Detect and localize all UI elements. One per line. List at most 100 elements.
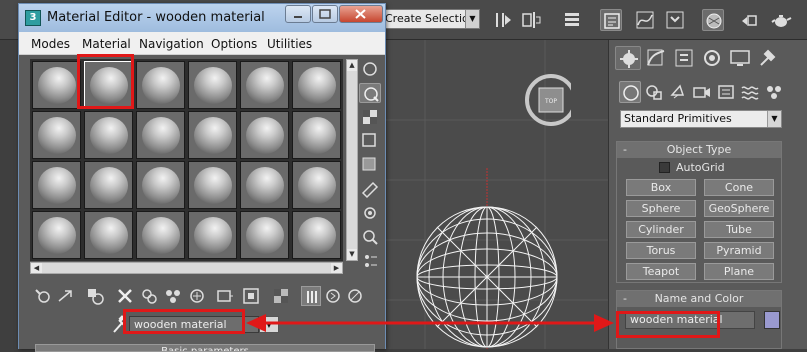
teapot-button[interactable]: Teapot xyxy=(626,263,696,280)
sample-slot[interactable] xyxy=(136,161,185,209)
get-material-icon[interactable] xyxy=(33,286,53,306)
perspective-viewport[interactable]: TOP xyxy=(385,40,608,349)
basic-parameters-rollout-header[interactable]: Basic parameters xyxy=(35,344,375,352)
space-warps-icon[interactable] xyxy=(739,81,761,103)
collapse-icon[interactable]: - xyxy=(623,291,627,307)
sample-slot[interactable] xyxy=(240,161,289,209)
render-teapot-icon[interactable] xyxy=(770,9,792,31)
motion-tab-icon[interactable] xyxy=(699,46,725,70)
scroll-right-icon[interactable]: ▶ xyxy=(331,263,342,273)
autogrid-checkbox[interactable]: AutoGrid xyxy=(659,161,725,174)
render-setup-icon[interactable] xyxy=(738,9,760,31)
scene-explorer-icon[interactable] xyxy=(600,9,622,31)
sample-slot[interactable] xyxy=(188,161,237,209)
viewcube[interactable]: TOP xyxy=(515,65,571,127)
put-material-to-scene-icon[interactable] xyxy=(55,286,75,306)
options-icon[interactable] xyxy=(359,203,381,223)
menu-options[interactable]: Options xyxy=(211,37,257,51)
backlight-icon[interactable] xyxy=(359,83,381,103)
sample-slot[interactable] xyxy=(32,161,81,209)
sample-slot[interactable] xyxy=(136,111,185,159)
put-to-library-icon[interactable] xyxy=(187,286,207,306)
geometry-icon[interactable] xyxy=(619,81,641,103)
show-map-in-viewport-icon[interactable] xyxy=(241,286,261,306)
sample-slot[interactable] xyxy=(188,211,237,259)
scroll-left-icon[interactable]: ◀ xyxy=(31,263,42,273)
geosphere-button[interactable]: GeoSphere xyxy=(704,200,774,217)
object-color-swatch[interactable] xyxy=(764,311,780,329)
create-tab-icon[interactable] xyxy=(615,46,641,70)
chevron-down-icon[interactable]: ▼ xyxy=(767,111,781,127)
copy-material-icon[interactable] xyxy=(139,286,159,306)
sample-slots-vertical-scrollbar[interactable]: ▲ ▼ xyxy=(346,59,358,261)
sample-slot[interactable] xyxy=(136,61,185,109)
plane-button[interactable]: Plane xyxy=(704,263,774,280)
sample-slot[interactable] xyxy=(240,211,289,259)
cameras-icon[interactable] xyxy=(691,81,713,103)
lights-icon[interactable] xyxy=(667,81,689,103)
go-to-parent-icon[interactable] xyxy=(301,286,321,306)
utilities-tab-icon[interactable] xyxy=(755,46,781,70)
maximize-button[interactable] xyxy=(312,5,338,23)
sample-slot[interactable] xyxy=(292,111,341,159)
chevron-down-icon[interactable]: ▼ xyxy=(465,10,479,28)
helpers-icon[interactable] xyxy=(715,81,737,103)
sample-slot[interactable] xyxy=(32,211,81,259)
close-button[interactable] xyxy=(339,5,383,23)
sample-uv-tiling-icon[interactable] xyxy=(359,131,381,151)
sample-slots-horizontal-scrollbar[interactable]: ◀ ▶ xyxy=(30,262,343,274)
menu-utilities[interactable]: Utilities xyxy=(267,37,312,51)
make-preview-icon[interactable] xyxy=(359,179,381,199)
hierarchy-tab-icon[interactable] xyxy=(671,46,697,70)
material-navigator-icon[interactable] xyxy=(359,251,381,271)
sample-slot[interactable] xyxy=(84,211,133,259)
category-dropdown[interactable]: Standard Primitives ▼ xyxy=(620,110,782,128)
collapse-icon[interactable]: - xyxy=(623,142,627,158)
sample-slot[interactable] xyxy=(292,161,341,209)
sample-slot[interactable] xyxy=(188,111,237,159)
menu-modes[interactable]: Modes xyxy=(31,37,70,51)
select-by-material-icon[interactable] xyxy=(359,227,381,247)
box-button[interactable]: Box xyxy=(626,179,696,196)
video-color-check-icon[interactable] xyxy=(359,155,381,175)
sample-slot[interactable] xyxy=(32,111,81,159)
layer-manager-icon[interactable] xyxy=(562,9,584,31)
curve-editor-icon[interactable] xyxy=(634,9,656,31)
tube-button[interactable]: Tube xyxy=(704,221,774,238)
name-and-color-rollout-header[interactable]: - Name and Color xyxy=(617,291,781,307)
material-editor-titlebar[interactable]: 3 Material Editor - wooden material xyxy=(19,4,385,32)
scroll-down-icon[interactable]: ▼ xyxy=(347,249,357,260)
make-unique-icon[interactable] xyxy=(163,286,183,306)
systems-icon[interactable] xyxy=(763,81,785,103)
menu-navigation[interactable]: Navigation xyxy=(139,37,204,51)
menu-material[interactable]: Material xyxy=(82,37,131,51)
mirror-icon[interactable] xyxy=(492,9,514,31)
modify-tab-icon[interactable] xyxy=(643,46,669,70)
assign-material-icon[interactable] xyxy=(85,286,105,306)
sample-slot[interactable] xyxy=(32,61,81,109)
minimize-button[interactable] xyxy=(285,5,311,23)
sample-slot[interactable] xyxy=(292,61,341,109)
sample-slot[interactable] xyxy=(292,211,341,259)
go-forward-to-sibling-icon[interactable] xyxy=(323,286,343,306)
sample-slot[interactable] xyxy=(84,111,133,159)
background-icon[interactable] xyxy=(359,107,381,127)
show-end-result-icon[interactable] xyxy=(271,286,291,306)
sample-slot[interactable] xyxy=(84,161,133,209)
pick-material-icon[interactable] xyxy=(345,286,365,306)
cylinder-button[interactable]: Cylinder xyxy=(626,221,696,238)
scroll-up-icon[interactable]: ▲ xyxy=(347,60,357,71)
material-id-channel-icon[interactable] xyxy=(215,286,235,306)
named-selection-set-dropdown[interactable]: Create Selection Se ▼ xyxy=(382,9,480,29)
sphere-button[interactable]: Sphere xyxy=(626,200,696,217)
shapes-icon[interactable] xyxy=(643,81,665,103)
align-icon[interactable] xyxy=(520,9,542,31)
sample-type-icon[interactable] xyxy=(359,59,381,79)
display-tab-icon[interactable] xyxy=(727,46,753,70)
sample-slot[interactable] xyxy=(136,211,185,259)
torus-button[interactable]: Torus xyxy=(626,242,696,259)
material-type-dropdown-icon[interactable]: ▼ xyxy=(259,316,279,333)
schematic-view-icon[interactable] xyxy=(664,9,686,31)
checkbox-box[interactable] xyxy=(659,162,670,173)
sample-slot[interactable] xyxy=(188,61,237,109)
